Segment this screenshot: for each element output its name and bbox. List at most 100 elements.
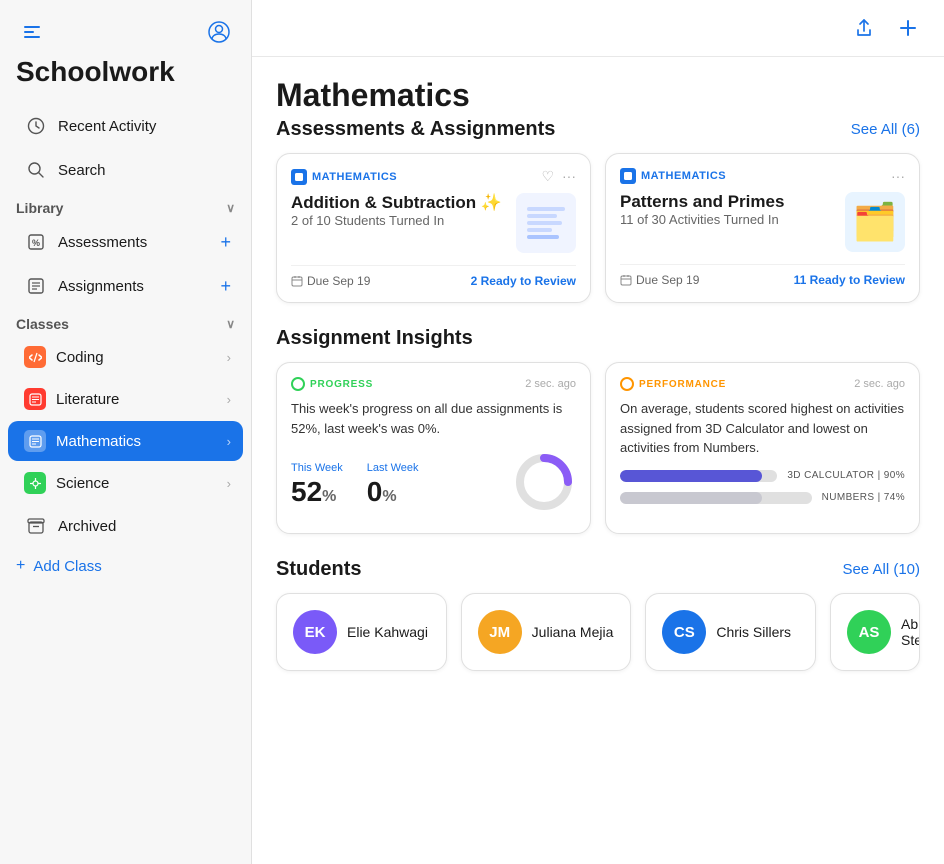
card-1-top: MATHEMATICS ♡ ··· bbox=[291, 168, 576, 185]
student-card-2[interactable]: JM Juliana Mejia bbox=[461, 593, 632, 671]
add-button[interactable] bbox=[892, 12, 924, 44]
sidebar-item-literature[interactable]: Literature › bbox=[8, 379, 243, 419]
perf-bar-label-1: 3D CALCULATOR | 90% bbox=[787, 470, 905, 481]
card-1-heart-icon[interactable]: ♡ bbox=[541, 168, 554, 185]
page-title: Mathematics bbox=[276, 77, 920, 114]
card-2-content: Patterns and Primes 11 of 30 Activities … bbox=[620, 192, 905, 252]
card-2-top: MATHEMATICS ··· bbox=[620, 168, 905, 184]
card-1-more-icon[interactable]: ··· bbox=[562, 168, 576, 185]
assignments-label: Assignments bbox=[58, 278, 210, 295]
donut-chart bbox=[512, 450, 576, 514]
sidebar-item-recent-activity[interactable]: Recent Activity bbox=[8, 105, 243, 147]
thumb-line-2 bbox=[527, 214, 557, 218]
student-avatar-4: AS bbox=[847, 610, 891, 654]
see-all-assignments-link[interactable]: See All (6) bbox=[851, 121, 920, 138]
perf-bar-track-1 bbox=[620, 470, 777, 482]
calendar-icon bbox=[291, 275, 303, 287]
progress-donut bbox=[512, 450, 576, 519]
assessments-label: Assessments bbox=[58, 234, 210, 251]
students-section-title: Students bbox=[276, 558, 362, 581]
assignment-card-1[interactable]: MATHEMATICS ♡ ··· Addition & Subtraction… bbox=[276, 153, 591, 303]
thumb-line-3 bbox=[527, 221, 562, 225]
card-1-footer: Due Sep 19 2 Ready to Review bbox=[291, 265, 576, 288]
card-2-subtitle: 11 of 30 Activities Turned In bbox=[620, 212, 784, 227]
assignments-icon bbox=[24, 274, 48, 298]
sidebar-toggle-button[interactable] bbox=[16, 16, 48, 48]
profile-icon bbox=[207, 20, 231, 44]
science-icon bbox=[24, 472, 46, 494]
literature-label: Literature bbox=[56, 391, 217, 408]
calendar-icon-2 bbox=[620, 274, 632, 286]
profile-button[interactable] bbox=[203, 16, 235, 48]
export-button[interactable] bbox=[848, 12, 880, 44]
see-all-students-link[interactable]: See All (10) bbox=[842, 561, 920, 578]
insights-section: Assignment Insights PROGRESS 2 sec. ago … bbox=[276, 327, 920, 534]
add-class-button[interactable]: + Add Class bbox=[0, 548, 251, 584]
card-1-subject-icon bbox=[291, 169, 307, 185]
search-icon bbox=[24, 158, 48, 182]
sidebar-item-search[interactable]: Search bbox=[8, 149, 243, 191]
thumb-line-4 bbox=[527, 228, 552, 232]
card-2-review: 11 Ready to Review bbox=[794, 273, 905, 287]
progress-insight-header: PROGRESS 2 sec. ago bbox=[291, 377, 576, 391]
archived-icon bbox=[24, 514, 48, 538]
student-card-3[interactable]: CS Chris Sillers bbox=[645, 593, 816, 671]
perf-bar-label-2: NUMBERS | 74% bbox=[822, 492, 905, 503]
sidebar-item-assessments[interactable]: % Assessments + bbox=[8, 221, 243, 263]
recent-activity-icon bbox=[24, 114, 48, 138]
last-week-label: Last Week bbox=[367, 462, 419, 474]
coding-chevron-icon: › bbox=[227, 350, 231, 365]
archived-label: Archived bbox=[58, 518, 231, 535]
sidebar-item-assignments[interactable]: Assignments + bbox=[8, 265, 243, 307]
mathematics-chevron-icon: › bbox=[227, 434, 231, 449]
add-assignment-button[interactable]: + bbox=[220, 276, 231, 297]
progress-badge: PROGRESS bbox=[291, 377, 373, 391]
this-week-label: This Week bbox=[291, 462, 343, 474]
performance-insight-header: PERFORMANCE 2 sec. ago bbox=[620, 377, 905, 391]
add-class-label: Add Class bbox=[33, 558, 101, 575]
coding-label: Coding bbox=[56, 349, 217, 366]
assessments-section: Assessments & Assignments See All (6) MA… bbox=[276, 118, 920, 303]
progress-time: 2 sec. ago bbox=[525, 378, 576, 390]
card-1-due: Due Sep 19 bbox=[291, 274, 370, 288]
library-label: Library bbox=[16, 200, 63, 216]
student-card-4-partial[interactable]: AS AbbiStein bbox=[830, 593, 920, 671]
student-avatar-2: JM bbox=[478, 610, 522, 654]
thumb-line-1 bbox=[527, 207, 565, 211]
performance-badge: PERFORMANCE bbox=[620, 377, 726, 391]
card-1-subtitle: 2 of 10 Students Turned In bbox=[291, 213, 502, 228]
sidebar-item-archived[interactable]: Archived bbox=[8, 505, 243, 547]
assignment-card-2[interactable]: MATHEMATICS ··· Patterns and Primes 11 o… bbox=[605, 153, 920, 303]
classes-label: Classes bbox=[16, 316, 69, 332]
assessments-section-title: Assessments & Assignments bbox=[276, 118, 555, 141]
progress-text: This week's progress on all due assignme… bbox=[291, 399, 576, 438]
student-name-2: Juliana Mejia bbox=[532, 624, 614, 640]
literature-icon bbox=[24, 388, 46, 410]
library-section-header[interactable]: Library ∨ bbox=[0, 192, 251, 220]
card-2-actions: ··· bbox=[891, 168, 905, 184]
card-2-due-text: Due Sep 19 bbox=[636, 273, 699, 287]
perf-bar-row-1: 3D CALCULATOR | 90% bbox=[620, 470, 905, 482]
library-chevron-icon: ∨ bbox=[226, 201, 235, 215]
add-assessment-button[interactable]: + bbox=[220, 232, 231, 253]
main-body: Mathematics Assessments & Assignments Se… bbox=[252, 57, 944, 864]
card-2-more-icon[interactable]: ··· bbox=[891, 168, 905, 184]
student-card-1[interactable]: EK Elie Kahwagi bbox=[276, 593, 447, 671]
sidebar-item-mathematics[interactable]: Mathematics › bbox=[8, 421, 243, 461]
progress-insight-card[interactable]: PROGRESS 2 sec. ago This week's progress… bbox=[276, 362, 591, 534]
sidebar-toggle-icon bbox=[22, 22, 42, 42]
card-2-footer: Due Sep 19 11 Ready to Review bbox=[620, 264, 905, 287]
card-2-thumbnail: 🗂️ bbox=[845, 192, 905, 252]
classes-section-header[interactable]: Classes ∨ bbox=[0, 308, 251, 336]
main-toolbar bbox=[252, 0, 944, 57]
student-avatar-1: EK bbox=[293, 610, 337, 654]
student-name-3: Chris Sillers bbox=[716, 624, 791, 640]
assessments-icon: % bbox=[24, 230, 48, 254]
students-section: Students See All (10) EK Elie Kahwagi JM… bbox=[276, 558, 920, 671]
coding-icon bbox=[24, 346, 46, 368]
card-2-due: Due Sep 19 bbox=[620, 273, 699, 287]
sidebar-item-science[interactable]: Science › bbox=[8, 463, 243, 503]
sidebar-item-coding[interactable]: Coding › bbox=[8, 337, 243, 377]
performance-insight-card[interactable]: PERFORMANCE 2 sec. ago On average, stude… bbox=[605, 362, 920, 534]
card-1-review: 2 Ready to Review bbox=[471, 274, 576, 288]
